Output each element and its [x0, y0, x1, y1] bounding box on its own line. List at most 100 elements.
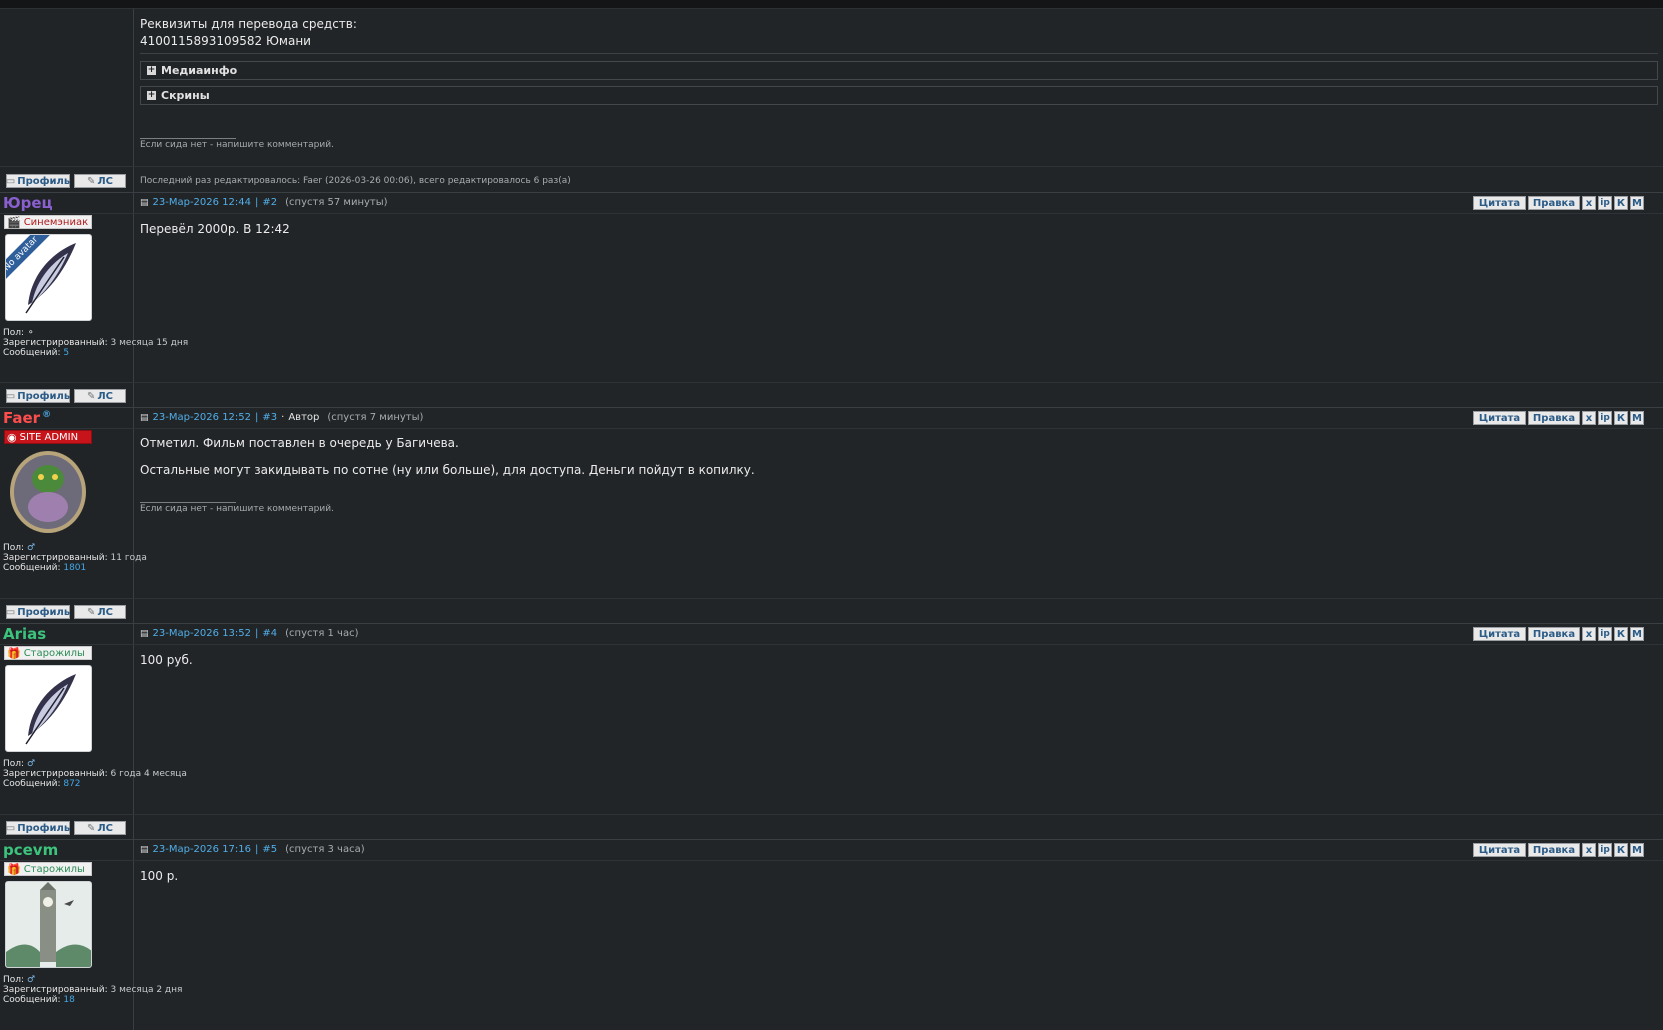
username[interactable]: Faer ®: [3, 409, 51, 427]
post-body: 100 р.: [140, 869, 179, 883]
username[interactable]: Юрец: [3, 194, 53, 212]
k-button[interactable]: К: [1614, 627, 1628, 641]
post-divider: [0, 192, 1663, 193]
quote-button[interactable]: Цитата: [1473, 843, 1526, 857]
k-button[interactable]: К: [1614, 411, 1628, 425]
delete-button[interactable]: x: [1582, 627, 1596, 641]
divider: [140, 53, 1658, 54]
messages-count-link[interactable]: 872: [63, 779, 80, 789]
avatar: [5, 665, 92, 752]
quote-button[interactable]: Цитата: [1473, 196, 1526, 210]
pm-icon: ✎: [86, 390, 96, 402]
post-number-link[interactable]: #4: [262, 628, 277, 639]
post-body: Перевёл 2000р. В 12:42: [140, 222, 290, 236]
top-bar: [0, 0, 1663, 9]
post-number-link[interactable]: #3: [262, 412, 277, 423]
post-header: ▤ 23-Мар-2026 17:16 | #5 (спустя 3 часа): [140, 844, 365, 855]
pm-icon: ✎: [86, 606, 96, 618]
male-icon: ♂: [26, 759, 36, 769]
profile-button[interactable]: ▭ Профиль: [6, 821, 70, 835]
row-divider: [0, 382, 1663, 383]
post-body-line: Отметил. Фильм поставлен в очередь у Баг…: [140, 436, 459, 450]
ip-button[interactable]: ip: [1598, 627, 1612, 641]
pm-button[interactable]: ✎ ЛС: [74, 389, 126, 403]
profile-button[interactable]: ▭ Профиль: [6, 605, 70, 619]
messages-count-link[interactable]: 18: [63, 995, 74, 1005]
messages-count-link[interactable]: 5: [63, 348, 69, 358]
post-body-line: Остальные могут закидывать по сотне (ну …: [140, 463, 755, 477]
edit-button[interactable]: Правка: [1528, 627, 1580, 641]
ip-button[interactable]: ip: [1598, 196, 1612, 210]
post-actions: Цитата Правка x ip К М: [1473, 196, 1644, 210]
username[interactable]: pcevm: [3, 841, 58, 859]
avatar-image: [10, 451, 86, 533]
avatar: No avatar: [5, 234, 92, 321]
edit-button[interactable]: Правка: [1528, 411, 1580, 425]
post-actions: Цитата Правка x ip К М: [1473, 843, 1644, 857]
post-number-link[interactable]: #5: [262, 844, 277, 855]
male-icon: ♂: [26, 543, 36, 553]
ip-button[interactable]: ip: [1598, 411, 1612, 425]
spoiler-screens[interactable]: + Скрины: [140, 86, 1658, 105]
post-header: ▤ 23-Мар-2026 13:52 | #4 (спустя 1 час): [140, 628, 359, 639]
post-date-link[interactable]: 23-Мар-2026 12:44: [153, 197, 252, 208]
edit-button[interactable]: Правка: [1528, 196, 1580, 210]
pm-button[interactable]: ✎ ЛС: [74, 605, 126, 619]
messages-count-link[interactable]: 1801: [63, 563, 86, 573]
username[interactable]: Arias: [3, 625, 46, 643]
delete-button[interactable]: x: [1582, 843, 1596, 857]
profile-icon: ▭: [5, 606, 16, 618]
gift-icon: 🎁: [7, 862, 21, 876]
post-divider: [0, 839, 1663, 840]
quote-button[interactable]: Цитата: [1473, 627, 1526, 641]
k-button[interactable]: К: [1614, 843, 1628, 857]
post-actions: Цитата Правка x ip К М: [1473, 411, 1644, 425]
post-delay: (спустя 1 час): [285, 628, 359, 639]
pm-icon: ✎: [86, 175, 96, 187]
post-icon: ▤: [140, 844, 149, 855]
pm-button[interactable]: ✎ ЛС: [74, 821, 126, 835]
avatar: [5, 449, 92, 536]
header-divider: [0, 860, 1663, 861]
profile-button[interactable]: ▭ Профиль: [6, 389, 70, 403]
rank-badge: 🎁 Старожилы: [4, 862, 92, 876]
avatar-image: [6, 882, 91, 967]
header-divider: [0, 428, 1663, 429]
profile-button[interactable]: ▭ Профиль: [6, 174, 70, 188]
rank-badge: ◉ SITE ADMIN: [4, 430, 92, 444]
profile-icon: ▭: [5, 822, 16, 834]
post-date-link[interactable]: 23-Мар-2026 17:16: [153, 844, 252, 855]
post-column: [135, 9, 1663, 1030]
signature-divider: [140, 138, 236, 139]
user-info: Пол: ⚬ Зарегистрированный: 3 месяца 15 д…: [3, 328, 189, 358]
profile-buttons: ▭ Профиль ✎ ЛС: [6, 821, 126, 835]
pm-button[interactable]: ✎ ЛС: [74, 174, 126, 188]
post-date-link[interactable]: 23-Мар-2026 13:52: [153, 628, 252, 639]
post-delay: (спустя 3 часа): [285, 844, 365, 855]
post-number-link[interactable]: #2: [262, 197, 277, 208]
rank-badge: 🎁 Старожилы: [4, 646, 92, 660]
spoiler-mediainfo[interactable]: + Медиаинфо: [140, 61, 1658, 80]
spoiler-title: Медиаинфо: [161, 64, 238, 77]
m-button[interactable]: М: [1630, 627, 1644, 641]
user-info: Пол: ♂ Зарегистрированный: 6 года 4 меся…: [3, 759, 187, 789]
post-icon: ▤: [140, 412, 149, 423]
profile-buttons: ▭ Профиль ✎ ЛС: [6, 389, 126, 403]
m-button[interactable]: М: [1630, 843, 1644, 857]
k-button[interactable]: К: [1614, 196, 1628, 210]
quote-button[interactable]: Цитата: [1473, 411, 1526, 425]
m-button[interactable]: М: [1630, 196, 1644, 210]
profile-icon: ▭: [5, 175, 16, 187]
delete-button[interactable]: x: [1582, 196, 1596, 210]
post-date-link[interactable]: 23-Мар-2026 12:52: [153, 412, 252, 423]
signature-text: Если сида нет - напишите комментарий.: [140, 140, 334, 150]
edit-button[interactable]: Правка: [1528, 843, 1580, 857]
requisites-value: 410011589310958​2 Юмани: [140, 34, 311, 48]
rank-badge: 🎬 Синемэниак: [4, 215, 92, 229]
edit-note: Последний раз редактировалось: Faer (202…: [140, 176, 571, 186]
delete-button[interactable]: x: [1582, 411, 1596, 425]
m-button[interactable]: М: [1630, 411, 1644, 425]
user-info: Пол: ♂ Зарегистрированный: 3 месяца 2 дн…: [3, 975, 183, 1005]
ip-button[interactable]: ip: [1598, 843, 1612, 857]
requisites-title: Реквизиты для перевода средств:: [140, 17, 357, 31]
